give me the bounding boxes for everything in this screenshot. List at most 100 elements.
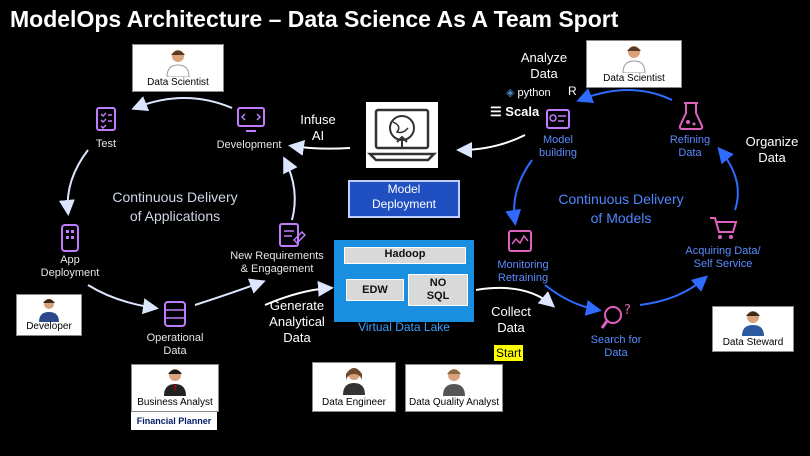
phone-icon: [61, 224, 79, 252]
role-card-data-scientist-right: Data Scientist: [586, 40, 682, 88]
virtual-data-lake-label: Virtual Data Lake: [358, 320, 450, 334]
business-analyst-avatar: [164, 369, 186, 396]
search-icon: ?: [600, 303, 631, 329]
node-monitoring-label: Monitoring Retraining: [490, 259, 556, 285]
python-text: python: [517, 87, 551, 99]
data-quality-analyst-avatar: [443, 369, 465, 396]
node-app-deployment-label: App Deployment: [30, 254, 110, 280]
left-cycle-heading-line1: Continuous Delivery: [112, 189, 238, 205]
collect-line1: Collect: [491, 304, 531, 319]
arrow-test-to-app: [58, 149, 89, 216]
generate-analytical-data-label: Generate Analytical Data: [262, 298, 332, 346]
generate-line3: Data: [283, 330, 311, 345]
edw-box: EDW: [346, 279, 404, 301]
role-data-scientist-left-label: Data Scientist: [147, 77, 209, 88]
analyze-data-label: Analyze Data: [514, 50, 574, 82]
nosql-line1: NO: [429, 277, 447, 289]
arrow-infuse: [288, 139, 351, 156]
scala-logo: ☰ Scala: [490, 104, 539, 120]
role-data-quality-analyst-label: Data Quality Analyst: [408, 397, 500, 408]
arrow-app-to-ops: [87, 284, 159, 315]
node-operational-data-line2: Data: [163, 345, 187, 357]
data-scientist-avatar: [622, 46, 646, 73]
role-developer-label: Developer: [26, 321, 72, 332]
node-operational-data-line1: Operational: [146, 332, 204, 344]
role-card-data-steward: Data Steward: [712, 306, 794, 352]
flask-icon: [678, 102, 704, 130]
role-data-steward-label: Data Steward: [722, 337, 784, 348]
node-search-data-label: Search for Data: [586, 334, 646, 360]
model-building-icon: [546, 109, 570, 129]
r-logo: R: [568, 84, 577, 98]
data-scientist-avatar: [166, 50, 190, 77]
node-model-building-label: Model building: [530, 134, 586, 160]
arrow-dev-to-test: [131, 96, 233, 111]
svg-text:?: ?: [624, 303, 631, 318]
database-icon: [164, 301, 186, 327]
cart-icon: [710, 217, 738, 239]
node-model-building-line2: building: [539, 147, 577, 159]
node-monitoring-line2: Retraining: [497, 272, 549, 284]
role-data-engineer-label: Data Engineer: [322, 397, 386, 408]
arrow-collect: [475, 286, 556, 308]
arrow-ops-to-req: [194, 278, 266, 306]
node-refining-line2: Data: [678, 147, 702, 159]
generate-line2: Analytical: [269, 314, 325, 329]
role-card-data-scientist-left: Data Scientist: [132, 44, 224, 92]
node-refining-data-label: Refining Data: [664, 134, 716, 160]
right-cycle-heading-line2: of Models: [590, 210, 652, 226]
node-new-requirements-line2: & Engagement: [240, 263, 314, 275]
start-badge: Start: [494, 345, 524, 361]
node-search-line2: Data: [604, 347, 628, 359]
node-app-deployment-line2: Deployment: [40, 267, 100, 279]
arrow-search-to-acquire: [639, 275, 709, 306]
arrow-acquire-to-refine: [717, 146, 739, 211]
data-engineer-avatar: [343, 368, 365, 395]
right-cycle-heading-line1: Continuous Delivery: [558, 191, 684, 207]
infuse-ai-line2: AI: [311, 128, 325, 143]
arrow-model-to-laptop: [456, 134, 526, 158]
node-development-label: Development: [216, 139, 282, 151]
checklist-icon: [96, 107, 116, 131]
model-deployment-line1: Model: [387, 182, 421, 196]
node-model-building-line1: Model: [543, 134, 573, 146]
left-cycle-heading-line2: of Applications: [129, 208, 221, 224]
infuse-ai-line1: Infuse: [300, 112, 336, 127]
role-card-data-engineer: Data Engineer: [312, 362, 396, 412]
node-search-line1: Search for: [590, 334, 642, 346]
monitor-code-icon: [237, 107, 265, 132]
monitoring-icon: [508, 230, 532, 252]
developer-avatar: [39, 299, 59, 322]
node-operational-data-label: Operational Data: [138, 332, 212, 358]
generate-line1: Generate: [269, 298, 325, 313]
role-card-developer: Developer: [16, 294, 82, 336]
role-card-business-analyst: Business Analyst: [131, 364, 219, 412]
python-logo: ◈ python: [506, 86, 551, 99]
organize-line2: Data: [758, 150, 786, 165]
scala-stairs-icon: ☰: [490, 104, 502, 119]
node-acquiring-line2: Self Service: [693, 258, 753, 270]
arrow-monitor-to-search: [544, 284, 602, 316]
requirements-icon: [279, 223, 306, 247]
infuse-ai-label: Infuse AI: [293, 112, 343, 144]
role-data-scientist-right-label: Data Scientist: [603, 73, 665, 84]
left-cycle-heading: Continuous Delivery of Applications: [110, 188, 240, 226]
analyze-line1: Analyze: [520, 50, 568, 65]
laptop-globe-icon: [366, 102, 438, 168]
organize-line1: Organize: [745, 134, 799, 149]
financial-planner-label: Financial Planner: [131, 412, 217, 430]
data-steward-avatar: [742, 311, 764, 336]
python-snake-icon: ◈: [506, 87, 515, 99]
node-refining-line1: Refining: [669, 134, 711, 146]
organize-data-label: Organize Data: [740, 134, 804, 166]
model-deployment-box: Model Deployment: [348, 180, 460, 218]
collect-data-label: Collect Data: [484, 304, 538, 336]
node-acquiring-data-label: Acquiring Data/ Self Service: [680, 245, 766, 271]
node-app-deployment-line1: App: [60, 254, 80, 266]
node-test-label: Test: [95, 138, 117, 150]
model-deployment-line2: Deployment: [371, 197, 437, 211]
arrow-refine-to-model: [576, 88, 673, 103]
analyze-line2: Data: [530, 66, 558, 81]
node-new-requirements-line1: New Requirements: [230, 250, 324, 262]
scala-text: Scala: [505, 104, 540, 119]
